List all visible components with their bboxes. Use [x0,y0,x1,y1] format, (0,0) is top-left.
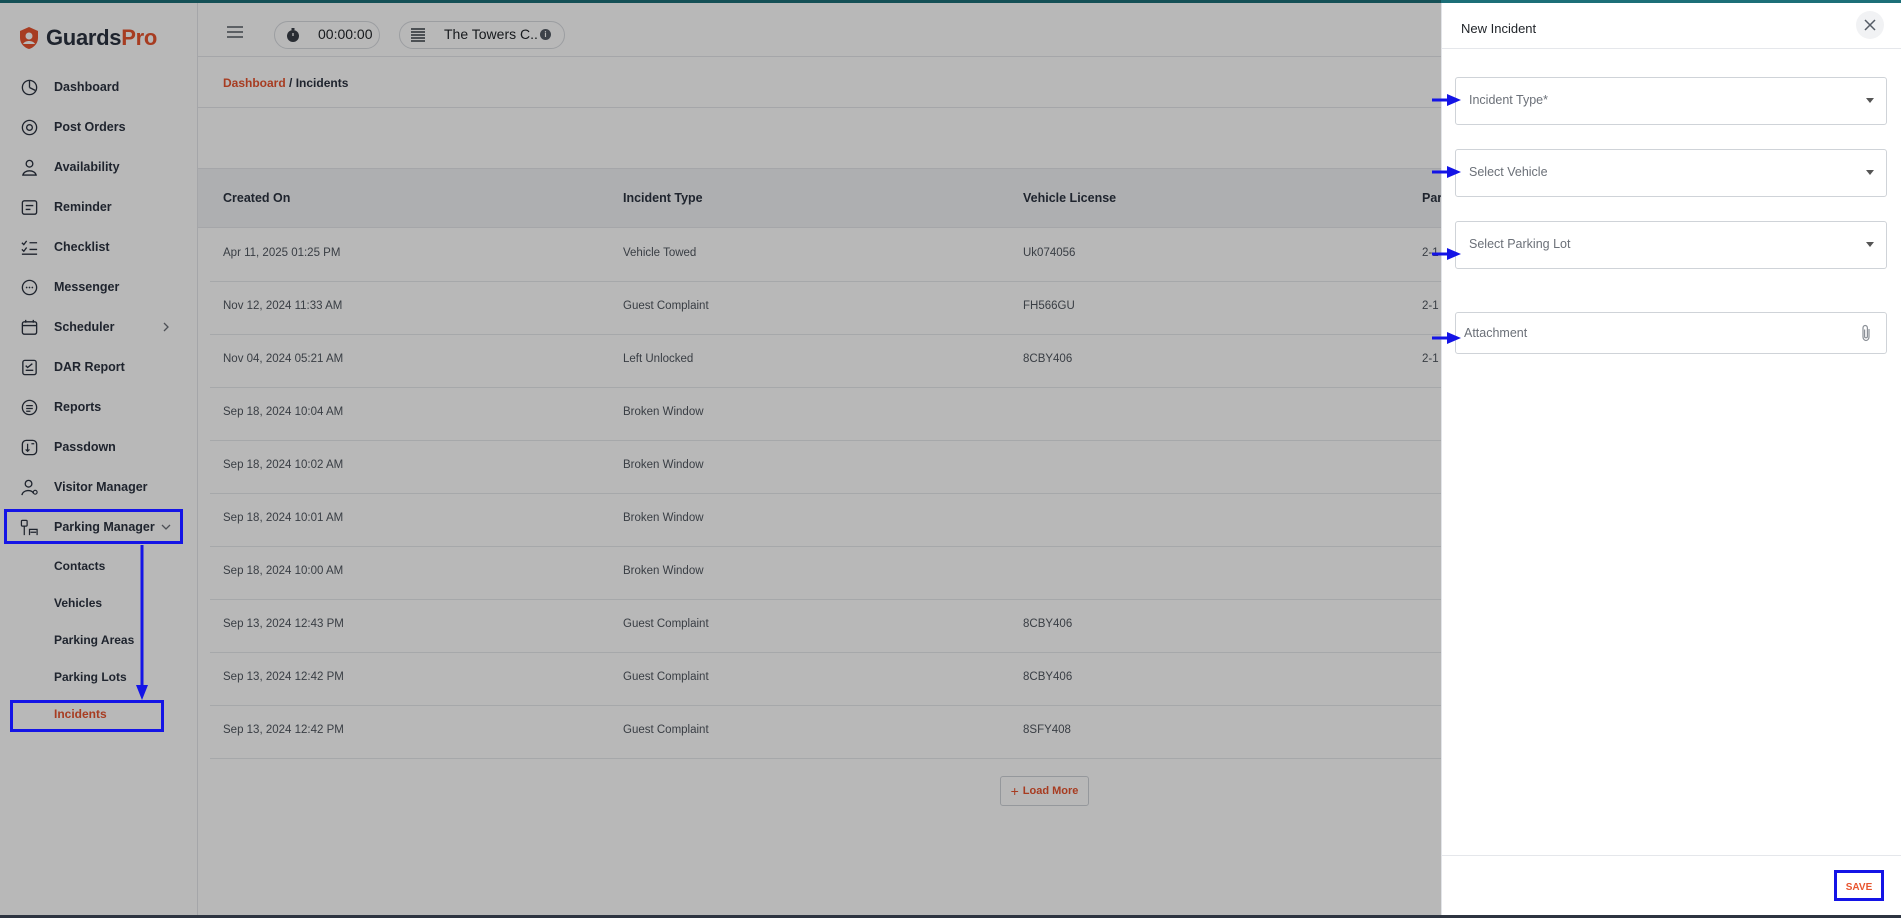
annotation-arrow-down [136,545,148,700]
panel-title: New Incident [1461,21,1537,36]
attachment-field[interactable]: Attachment [1455,312,1887,354]
modal-backdrop[interactable] [0,0,1441,918]
annotation-arrow-vehicle [1432,166,1461,178]
vehicle-select[interactable]: Select Vehicle [1455,149,1887,197]
annotation-highlight-incidents [10,700,164,732]
close-icon [1864,19,1876,31]
annotation-highlight-parking-manager [4,509,183,544]
paperclip-icon[interactable] [1860,324,1872,342]
new-incident-panel: New Incident Incident Type* Select Vehic… [1441,3,1901,915]
annotation-highlight-save [1834,870,1884,901]
close-button[interactable] [1856,11,1884,39]
dropdown-caret-icon [1866,170,1874,175]
parking-lot-placeholder: Select Parking Lot [1469,237,1571,251]
incident-type-select[interactable]: Incident Type* [1455,77,1887,125]
annotation-arrow-incident-type [1432,94,1461,106]
panel-header-divider [1442,48,1901,49]
dropdown-caret-icon [1866,242,1874,247]
annotation-arrow-attachment [1432,332,1461,344]
vehicle-placeholder: Select Vehicle [1469,165,1548,179]
annotation-arrow-parking-lot [1432,248,1461,260]
parking-lot-select[interactable]: Select Parking Lot [1455,221,1887,269]
dropdown-caret-icon [1866,98,1874,103]
incident-type-placeholder: Incident Type* [1469,93,1548,107]
panel-footer-divider [1442,855,1901,856]
attachment-placeholder: Attachment [1464,326,1528,340]
